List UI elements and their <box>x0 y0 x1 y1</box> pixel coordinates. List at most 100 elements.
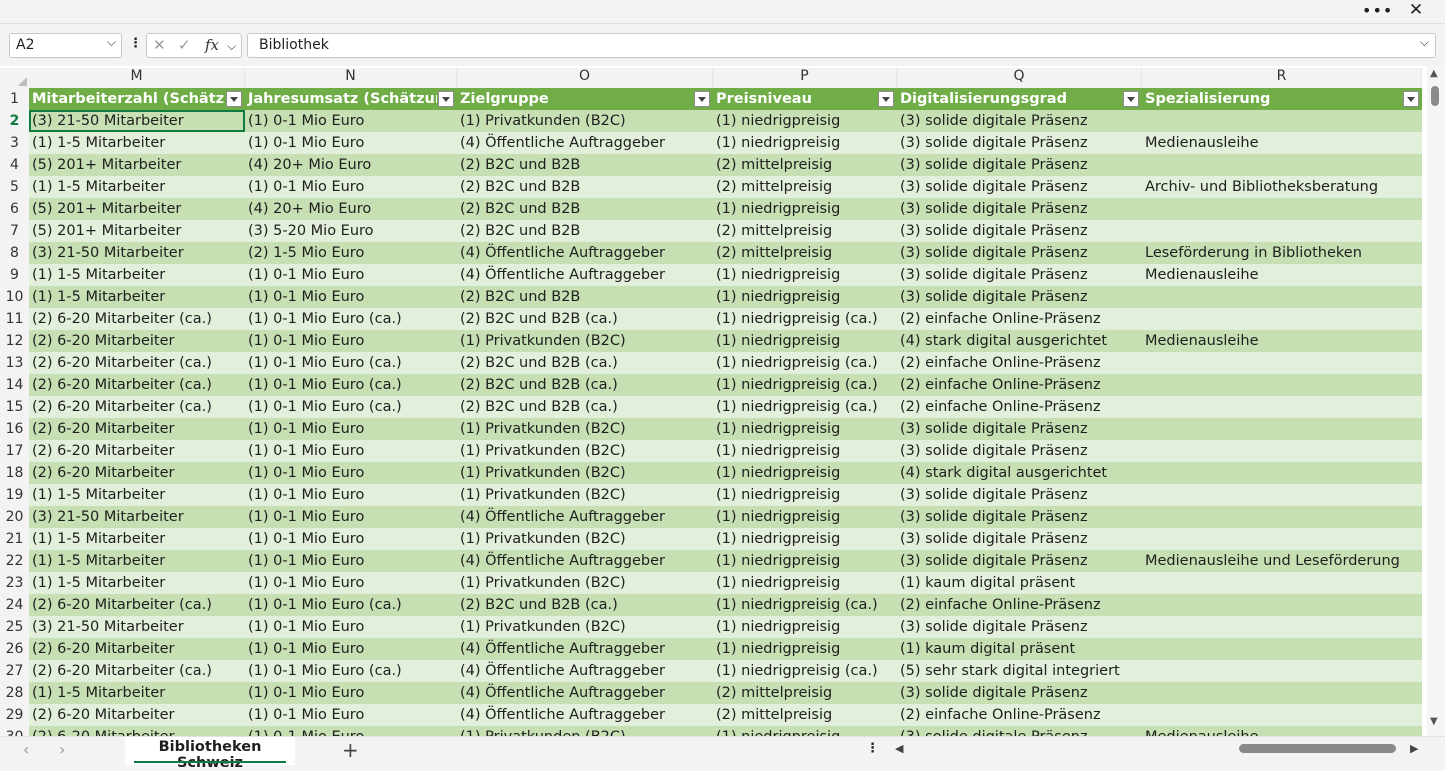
table-cell[interactable]: (1) 0-1 Mio Euro <box>245 528 457 550</box>
table-cell[interactable] <box>1142 616 1422 638</box>
table-cell[interactable]: (2) B2C und B2B (ca.) <box>457 594 713 616</box>
table-cell[interactable] <box>1142 440 1422 462</box>
table-cell[interactable]: (1) 0-1 Mio Euro <box>245 264 457 286</box>
table-cell[interactable] <box>1142 704 1422 726</box>
table-cell[interactable]: (4) Öffentliche Auftraggeber <box>457 264 713 286</box>
formula-input[interactable]: Bibliothek ⌵ <box>247 33 1436 58</box>
table-cell[interactable] <box>1142 638 1422 660</box>
cancel-icon[interactable]: ✕ <box>153 36 166 54</box>
filter-dropdown-icon[interactable] <box>878 91 894 107</box>
table-cell[interactable]: (1) Privatkunden (B2C) <box>457 616 713 638</box>
table-cell[interactable] <box>1142 220 1422 242</box>
table-cell[interactable]: (1) niedrigpreisig <box>713 528 897 550</box>
table-cell[interactable]: (1) niedrigpreisig (ca.) <box>713 352 897 374</box>
table-cell[interactable]: (2) einfache Online-Präsenz <box>897 396 1142 418</box>
table-cell[interactable]: (2) 1-5 Mio Euro <box>245 242 457 264</box>
table-cell[interactable]: (3) solide digitale Präsenz <box>897 286 1142 308</box>
table-cell[interactable]: (1) niedrigpreisig <box>713 726 897 736</box>
row-header[interactable]: 24 <box>0 594 29 616</box>
table-cell[interactable]: (2) einfache Online-Präsenz <box>897 374 1142 396</box>
table-cell[interactable]: (2) mittelpreisig <box>713 242 897 264</box>
table-cell[interactable]: (3) solide digitale Präsenz <box>897 242 1142 264</box>
table-cell[interactable]: (1) 0-1 Mio Euro (ca.) <box>245 374 457 396</box>
table-cell[interactable]: (3) solide digitale Präsenz <box>897 528 1142 550</box>
table-cell[interactable]: (1) niedrigpreisig <box>713 440 897 462</box>
column-header-n[interactable]: N <box>245 68 457 88</box>
table-cell[interactable]: (1) 1-5 Mitarbeiter <box>29 528 245 550</box>
table-cell[interactable]: (2) B2C und B2B <box>457 220 713 242</box>
table-cell[interactable]: (3) solide digitale Präsenz <box>897 264 1142 286</box>
row-header[interactable]: 26 <box>0 638 29 660</box>
more-options-icon[interactable]: ••• <box>1362 1 1392 21</box>
table-cell[interactable]: (1) 0-1 Mio Euro <box>245 484 457 506</box>
table-header-cell[interactable]: Zielgruppe <box>457 88 693 110</box>
table-cell[interactable]: (1) 0-1 Mio Euro <box>245 418 457 440</box>
table-cell[interactable]: (4) Öffentliche Auftraggeber <box>457 660 713 682</box>
row-header[interactable]: 1 <box>0 88 29 110</box>
insert-function-icon[interactable]: fx <box>205 36 219 54</box>
table-cell[interactable] <box>1142 396 1422 418</box>
column-header-q[interactable]: Q <box>897 68 1142 88</box>
row-header[interactable]: 9 <box>0 264 29 286</box>
table-cell[interactable]: (3) solide digitale Präsenz <box>897 440 1142 462</box>
table-cell[interactable] <box>1142 660 1422 682</box>
row-header[interactable]: 6 <box>0 198 29 220</box>
table-cell[interactable]: (3) solide digitale Präsenz <box>897 484 1142 506</box>
table-cell[interactable]: (5) sehr stark digital integriert <box>897 660 1142 682</box>
table-cell[interactable]: (1) niedrigpreisig <box>713 506 897 528</box>
row-header[interactable]: 20 <box>0 506 29 528</box>
table-cell[interactable]: (4) stark digital ausgerichtet <box>897 462 1142 484</box>
table-cell[interactable] <box>1142 374 1422 396</box>
table-cell[interactable]: (2) 6-20 Mitarbeiter (ca.) <box>29 594 245 616</box>
table-cell[interactable]: (1) niedrigpreisig (ca.) <box>713 594 897 616</box>
filter-dropdown-icon[interactable] <box>694 91 710 107</box>
table-cell[interactable]: (2) 6-20 Mitarbeiter <box>29 704 245 726</box>
table-cell[interactable]: (1) Privatkunden (B2C) <box>457 462 713 484</box>
table-cell[interactable]: (3) solide digitale Präsenz <box>897 198 1142 220</box>
table-cell[interactable]: (1) niedrigpreisig <box>713 462 897 484</box>
enter-icon[interactable]: ✓ <box>178 36 191 54</box>
table-cell[interactable]: (2) einfache Online-Präsenz <box>897 594 1142 616</box>
table-cell[interactable]: (1) 0-1 Mio Euro <box>245 440 457 462</box>
horizontal-scroll-thumb[interactable] <box>1239 744 1396 753</box>
table-cell[interactable]: (3) solide digitale Präsenz <box>897 220 1142 242</box>
row-header[interactable]: 18 <box>0 462 29 484</box>
table-header-cell[interactable]: Preisniveau <box>713 88 877 110</box>
table-cell[interactable]: Medienausleihe <box>1142 264 1422 286</box>
vertical-scrollbar[interactable]: ▲ ▼ <box>1427 66 1445 736</box>
table-cell[interactable]: (2) 6-20 Mitarbeiter <box>29 638 245 660</box>
table-cell[interactable]: (3) 5-20 Mio Euro <box>245 220 457 242</box>
table-cell[interactable]: (2) 6-20 Mitarbeiter <box>29 418 245 440</box>
table-cell[interactable] <box>1142 352 1422 374</box>
row-header[interactable]: 11 <box>0 308 29 330</box>
table-cell[interactable]: (1) niedrigpreisig (ca.) <box>713 374 897 396</box>
table-cell[interactable]: (1) Privatkunden (B2C) <box>457 726 713 736</box>
table-header-cell[interactable]: Jahresumsatz (Schätzung) <box>245 88 437 110</box>
row-header[interactable]: 3 <box>0 132 29 154</box>
table-cell[interactable]: (2) 6-20 Mitarbeiter <box>29 440 245 462</box>
table-cell[interactable]: (1) 0-1 Mio Euro (ca.) <box>245 352 457 374</box>
table-cell[interactable]: (2) 6-20 Mitarbeiter <box>29 330 245 352</box>
table-cell[interactable]: (3) solide digitale Präsenz <box>897 132 1142 154</box>
row-header[interactable]: 14 <box>0 374 29 396</box>
table-cell[interactable]: (2) 6-20 Mitarbeiter (ca.) <box>29 374 245 396</box>
table-cell[interactable]: (2) B2C und B2B <box>457 176 713 198</box>
table-cell[interactable]: (1) 1-5 Mitarbeiter <box>29 572 245 594</box>
table-cell[interactable]: (3) solide digitale Präsenz <box>897 616 1142 638</box>
table-cell[interactable]: (3) solide digitale Präsenz <box>897 550 1142 572</box>
table-cell[interactable]: (1) 0-1 Mio Euro <box>245 506 457 528</box>
table-cell[interactable]: (1) 0-1 Mio Euro <box>245 286 457 308</box>
next-sheet-icon[interactable]: › <box>59 740 65 759</box>
sheet-tab-active[interactable]: Bibliotheken Schweiz <box>125 737 295 771</box>
table-cell[interactable] <box>1142 198 1422 220</box>
table-cell[interactable]: (2) B2C und B2B (ca.) <box>457 396 713 418</box>
table-cell[interactable]: (1) Privatkunden (B2C) <box>457 528 713 550</box>
table-cell[interactable]: Leseförderung in Bibliotheken <box>1142 242 1422 264</box>
row-header[interactable]: 2 <box>0 110 29 132</box>
table-cell[interactable]: (2) B2C und B2B (ca.) <box>457 374 713 396</box>
table-cell[interactable]: (2) mittelpreisig <box>713 704 897 726</box>
name-box[interactable]: A2 ⌵ <box>9 33 122 58</box>
table-cell[interactable] <box>1142 572 1422 594</box>
table-header-cell[interactable]: Spezialisierung <box>1142 88 1402 110</box>
table-cell[interactable]: Medienausleihe und Leseförderung <box>1142 550 1422 572</box>
